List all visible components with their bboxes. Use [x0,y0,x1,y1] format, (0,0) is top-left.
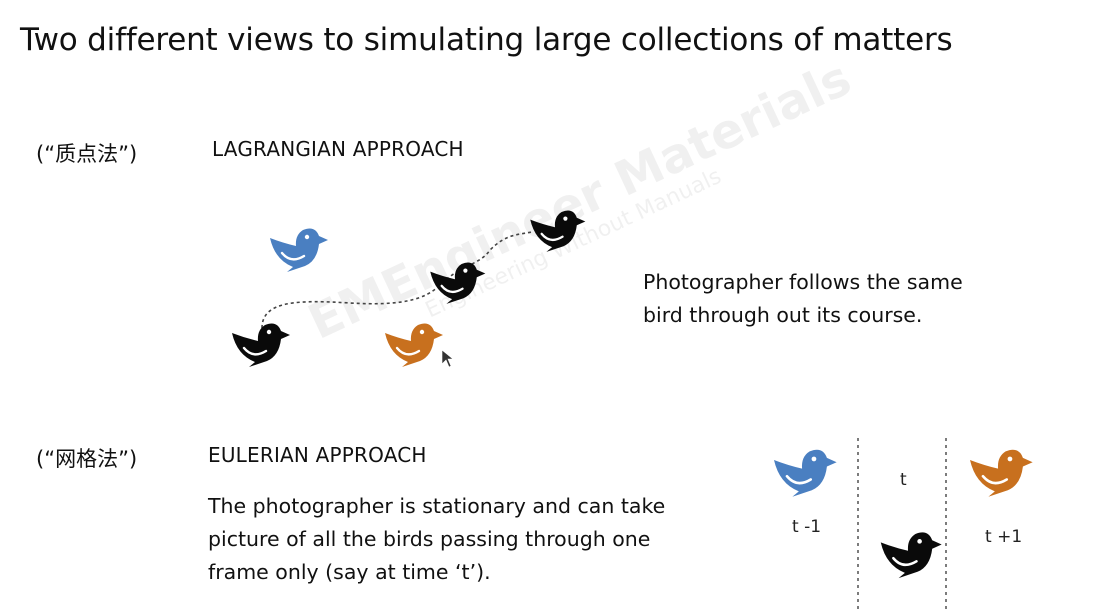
bird-blue [268,227,330,274]
bird-black [529,209,587,254]
cursor-icon [441,349,454,368]
bird-orange [383,322,445,369]
bird-black [429,261,487,306]
bird-black [230,322,292,369]
illustration-layer [230,209,1034,610]
bird-blue [772,448,838,499]
bird-orange [968,448,1034,499]
bird-black [879,531,943,580]
